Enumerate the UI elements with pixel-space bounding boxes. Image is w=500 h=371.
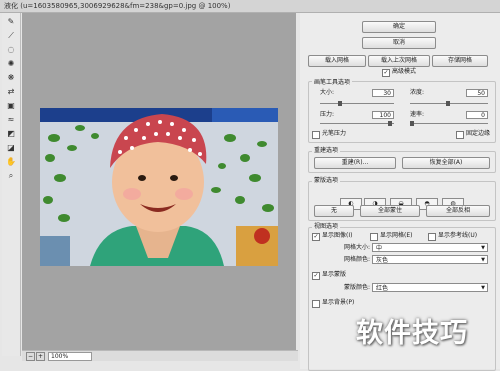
load-last-mesh-button[interactable]: 载入上次网格 [368,55,430,67]
show-mask-checkbox[interactable]: ✓ [312,272,320,280]
zoom-tool-icon[interactable]: ⌕ [5,171,17,181]
show-image-checkbox[interactable]: ✓ [312,233,320,241]
pressure-slider[interactable] [320,123,394,124]
restore-all-button[interactable]: 恢复全部(A) [402,157,490,169]
pressure-slider-knob[interactable] [388,121,392,126]
show-image-label: 显示图像(I) [322,232,353,239]
mesh-color-value: 灰色 [376,257,389,264]
load-mesh-button[interactable]: 载入网格 [308,55,366,67]
chevron-down-icon: ▼ [481,285,485,291]
site-watermark: 软件技巧 [356,318,468,349]
show-backdrop-checkbox[interactable] [312,300,320,308]
warp-tool-icon[interactable]: ✎ [5,17,17,27]
rate-slider[interactable] [410,123,488,124]
mesh-size-value: 中 [376,245,383,252]
save-mesh-button[interactable]: 存储网格 [432,55,488,67]
size-field[interactable]: 30 [372,89,394,97]
size-label: 大小: [320,89,335,96]
stylus-pressure-checkbox[interactable] [312,131,320,139]
show-guides-label: 显示参考线(U) [438,232,478,239]
density-slider-knob[interactable] [446,101,450,106]
density-label: 浓度: [410,89,425,96]
chevron-down-icon: ▼ [481,257,485,263]
show-mesh-label: 显示网格(E) [380,232,413,239]
show-guides-checkbox[interactable] [428,233,436,241]
mask-color-label: 蒙版颜色: [344,284,371,291]
invert-all-button[interactable]: 全部反相 [426,205,490,217]
mesh-size-label: 网格大小: [344,244,371,251]
mask-all-button[interactable]: 全部蒙住 [360,205,420,217]
chevron-down-icon: ▼ [481,245,485,251]
advanced-mode-label: 高级模式 [392,68,417,75]
size-slider[interactable] [320,103,394,104]
pucker-tool-icon[interactable]: ✺ [5,59,17,69]
mask-options-title: 蒙版选项 [312,177,341,185]
window-title: 液化 (u=1603580965,3006929628&fm=238&gp=0.… [4,2,231,10]
stylus-pressure-label: 光笔压力 [322,130,347,137]
rate-slider-knob[interactable] [410,121,414,126]
status-bar: − + 100% [22,350,298,361]
push-left-tool-icon[interactable]: ⇄ [5,87,17,97]
show-backdrop-label: 显示背景(P) [322,299,355,306]
tool-panel: ✎ ⟋ ◌ ✺ ❋ ⇄ ▣ ≈ ◩ ◪ ✋ ⌕ [2,13,21,356]
ok-button[interactable]: 确定 [362,21,436,33]
preview-photo [40,108,278,266]
title-bar: 液化 (u=1603580965,3006929628&fm=238&gp=0.… [0,0,500,13]
rate-label: 速率: [410,111,425,118]
show-mesh-checkbox[interactable] [370,233,378,241]
mask-none-button[interactable]: 无 [314,205,354,217]
reconstruct-tool-icon[interactable]: ⟋ [5,31,17,41]
pin-edges-label: 固定边缘 [466,130,491,137]
twirl-tool-icon[interactable]: ◌ [5,45,17,55]
mesh-color-select[interactable]: 灰色 ▼ [372,255,488,264]
zoom-in-button[interactable]: + [36,352,45,361]
zoom-level-field[interactable]: 100% [48,352,92,361]
mesh-size-select[interactable]: 中 ▼ [372,243,488,252]
brush-options-title: 画笔工具选项 [312,79,353,87]
zoom-out-button[interactable]: − [26,352,35,361]
hand-tool-icon[interactable]: ✋ [5,157,17,167]
cancel-button[interactable]: 取消 [362,37,436,49]
pin-edges-checkbox[interactable] [456,131,464,139]
advanced-mode-checkbox[interactable]: ✓ [382,69,390,77]
thaw-mask-tool-icon[interactable]: ◪ [5,143,17,153]
pressure-field[interactable]: 100 [372,111,394,119]
mirror-tool-icon[interactable]: ▣ [5,101,17,111]
show-mask-label: 显示蒙版 [322,271,347,278]
mesh-color-label: 网格颜色: [344,256,371,263]
bloat-tool-icon[interactable]: ❋ [5,73,17,83]
turbulence-tool-icon[interactable]: ≈ [5,115,17,125]
rate-field[interactable]: 0 [466,111,488,119]
pressure-label: 压力: [320,111,335,118]
reconstruct-options-title: 重建选项 [312,147,341,155]
size-slider-knob[interactable] [338,101,342,106]
view-options-title: 视图选项 [312,223,341,231]
mask-color-select[interactable]: 红色 ▼ [372,283,488,292]
reconstruct-button[interactable]: 重建(R)... [314,157,396,169]
mask-color-value: 红色 [376,285,389,292]
density-field[interactable]: 50 [466,89,488,97]
freeze-mask-tool-icon[interactable]: ◩ [5,129,17,139]
